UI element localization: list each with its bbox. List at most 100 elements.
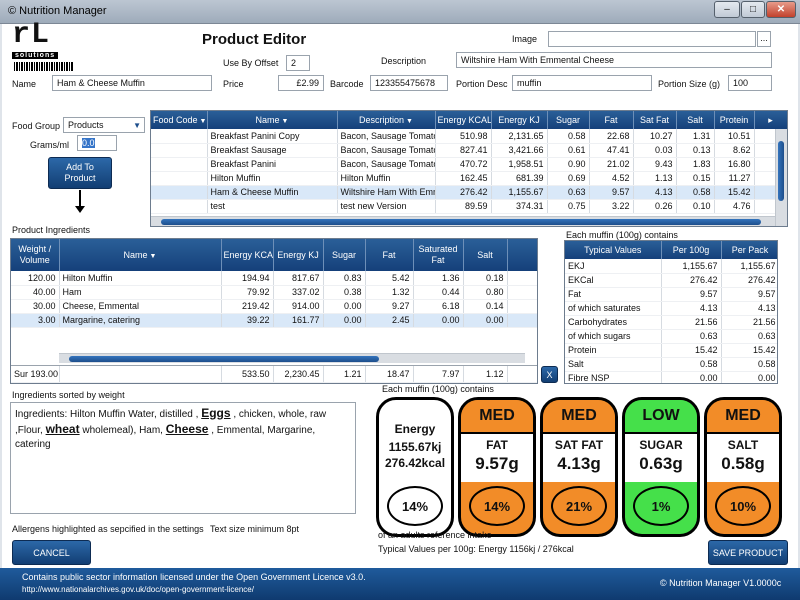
allergen-note: Allergens highlighted as sepcified in th…	[12, 524, 204, 534]
remove-ingredient-button[interactable]: X	[541, 366, 558, 383]
cancel-button[interactable]: CANCEL	[12, 540, 91, 565]
col-ing-name[interactable]: Name ▼	[59, 239, 222, 271]
table-cell: Fibre NSP	[565, 371, 662, 383]
products-hscroll[interactable]	[151, 216, 775, 226]
table-row[interactable]: Breakfast Panini Bacon, Sausage Tomato 470…	[151, 157, 787, 172]
save-product-button[interactable]: SAVE PRODUCT	[708, 540, 788, 565]
col-ing-kj[interactable]: Energy KJ	[273, 239, 324, 271]
table-row: Fat 9.57 9.57	[565, 287, 777, 302]
col-fat[interactable]: Fat	[589, 111, 634, 129]
use-by-field[interactable]: 2	[286, 55, 310, 71]
table-row[interactable]: 120.00 Hilton Muffin 194.94 817.67 0.83 5.42 1…	[11, 271, 537, 286]
table-cell: 0.75	[547, 199, 590, 214]
typical-values-table: Typical Values Per 100g Per Pack EKJ 1,15…	[564, 240, 778, 384]
table-row[interactable]: 3.00 Margarine, catering 39.22 161.77 0.00 2.…	[11, 313, 537, 328]
col-energy-kcal[interactable]: Energy KCAL	[435, 111, 492, 129]
table-row: Protein 15.42 15.42	[565, 343, 777, 358]
gda-pct: 14%	[469, 486, 525, 526]
price-field[interactable]: £2.99	[278, 75, 324, 91]
col-name[interactable]: Name ▼	[207, 111, 338, 129]
total-cell: 533.50	[221, 366, 274, 383]
gda-label: MED SAT FAT 4.13g 21%	[540, 397, 618, 537]
table-cell: 8.62	[714, 143, 755, 158]
ingredients-hscroll[interactable]	[59, 353, 525, 363]
col-protein[interactable]: Protein	[714, 111, 755, 129]
table-cell: 15.42	[661, 343, 722, 358]
logo-mark: rL	[12, 18, 51, 52]
gda-pct: 1%	[633, 486, 689, 526]
table-cell: Hilton Muffin	[337, 171, 436, 186]
col-ing-fat[interactable]: Fat	[365, 239, 414, 271]
table-cell: 1,155.67	[661, 259, 722, 274]
table-cell: 0.18	[463, 271, 508, 286]
table-cell: Breakfast Sausage	[207, 143, 338, 158]
col-food-code[interactable]: Food Code ▼	[151, 111, 208, 129]
maximize-button[interactable]: □	[741, 1, 765, 18]
table-cell: 2,131.65	[491, 129, 548, 144]
col-ing-salt[interactable]: Salt	[463, 239, 508, 271]
table-row[interactable]: Breakfast Sausage Bacon, Sausage Tomato 82…	[151, 143, 787, 158]
grams-value: 0.0	[82, 138, 95, 148]
col-ing-kcal[interactable]: Energy KCAL	[221, 239, 274, 271]
close-button[interactable]: ✕	[766, 1, 796, 18]
table-row: Fibre NSP 0.00 0.00	[565, 371, 777, 383]
table-cell: EKCal	[565, 273, 662, 288]
table-cell: 79.92	[221, 285, 274, 300]
licence-url[interactable]: http://www.nationalarchives.gov.uk/doc/o…	[22, 585, 254, 594]
table-cell: 0.63	[547, 185, 590, 200]
description-field[interactable]: Wiltshire Ham With Emmental Cheese	[456, 52, 772, 68]
ingredients-table[interactable]: Weight / Volume Name ▼ Energy KCAL Energy…	[10, 238, 538, 384]
portion-size-field[interactable]: 100	[728, 75, 772, 91]
sorted-label: Ingredients sorted by weight	[12, 390, 125, 400]
barcode-field[interactable]: 123355475678	[370, 75, 448, 91]
table-cell: 9.57	[589, 185, 634, 200]
col-sat-fat[interactable]: Sat Fat	[633, 111, 677, 129]
gda-pct: 21%	[551, 486, 607, 526]
table-cell: Protein	[565, 343, 662, 358]
col-ing-sugar[interactable]: Sugar	[323, 239, 366, 271]
table-cell: 914.00	[273, 299, 324, 314]
col-weight[interactable]: Weight / Volume	[11, 239, 60, 271]
table-cell	[151, 199, 208, 214]
col-energy-kj[interactable]: Energy KJ	[491, 111, 548, 129]
table-row[interactable]: Hilton Muffin Hilton Muffin 162.45 681.39 0.…	[151, 171, 787, 186]
table-row: EKCal 276.42 276.42	[565, 273, 777, 288]
energy-title: Energy	[394, 422, 436, 436]
table-cell: 0.80	[463, 285, 508, 300]
table-cell: 5.42	[365, 271, 414, 286]
image-field[interactable]	[548, 31, 756, 47]
col-description[interactable]: Description ▼	[337, 111, 436, 129]
col-salt[interactable]: Salt	[676, 111, 715, 129]
scroll-right-icon[interactable]: ▸	[754, 111, 787, 129]
name-field[interactable]: Ham & Cheese Muffin	[52, 75, 212, 91]
table-row[interactable]: Breakfast Panini Copy Bacon, Sausage Toma…	[151, 129, 787, 144]
gda-level: LOW	[625, 400, 697, 434]
table-cell: 1,155.67	[491, 185, 548, 200]
products-table[interactable]: Food Code ▼ Name ▼ Description ▼ Energy KCA…	[150, 110, 788, 227]
table-row[interactable]: test test new Version 89.59 374.31 0.75 3.22 0…	[151, 199, 787, 214]
image-browse-button[interactable]: ...	[757, 31, 771, 47]
col-ing-satfat[interactable]: Saturated Fat	[413, 239, 464, 271]
table-cell: of which saturates	[565, 301, 662, 316]
table-row[interactable]: Ham & Cheese Muffin Wiltshire Ham With Em…	[151, 185, 787, 200]
food-group-select[interactable]: Products ▼	[63, 117, 145, 133]
products-vscroll[interactable]	[775, 129, 787, 226]
gda-label: MED FAT 9.57g 14%	[458, 397, 536, 537]
table-row[interactable]: 40.00 Ham 79.92 337.02 0.38 1.32 0.44 0.80	[11, 285, 537, 300]
minimize-button[interactable]: –	[714, 1, 740, 18]
portion-desc-field[interactable]: muffin	[512, 75, 652, 91]
grams-field[interactable]: 0.0	[77, 135, 117, 151]
table-cell: Wiltshire Ham With Emn	[337, 185, 436, 200]
text-size-note: Text size minimum 8pt	[210, 524, 300, 534]
add-to-product-button[interactable]: Add To Product	[48, 157, 112, 189]
gda-level: MED	[707, 400, 779, 434]
table-row[interactable]: 30.00 Cheese, Emmental 219.42 914.00 0.00 9.2…	[11, 299, 537, 314]
table-cell: 162.45	[435, 171, 492, 186]
ingredients-text[interactable]: Ingredients: Hilton Muffin Water, distil…	[10, 402, 356, 514]
table-cell: 0.58	[721, 357, 777, 372]
table-cell: 0.00	[323, 299, 366, 314]
col-sugar[interactable]: Sugar	[547, 111, 590, 129]
table-cell: 1.13	[633, 171, 677, 186]
allergen-eggs: Eggs	[201, 406, 231, 420]
ref-intake-text: of an adults reference intake	[378, 530, 492, 540]
